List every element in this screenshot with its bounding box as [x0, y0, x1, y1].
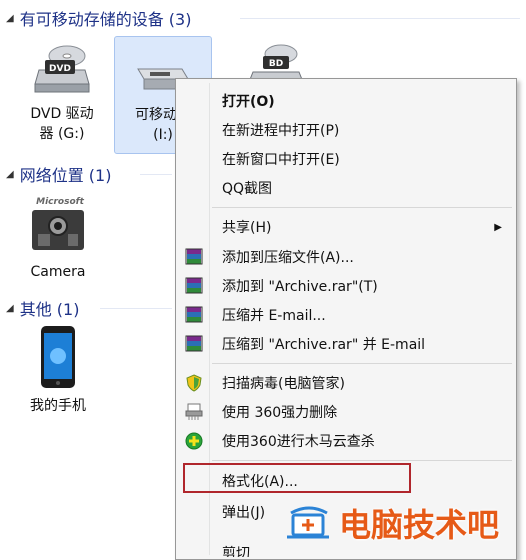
menu-item-scan-virus[interactable]: 扫描病毒(电脑管家) [176, 369, 516, 397]
group-header-removable[interactable]: ◢ 有可移动存储的设备 (3) [6, 6, 191, 30]
menu-item-qq-screenshot[interactable]: QQ截图 [176, 174, 516, 202]
group-title: 有可移动存储的设备 (3) [19, 10, 192, 29]
winrar-icon [185, 248, 203, 265]
watermark: 电脑技术吧 [285, 500, 499, 546]
collapse-arrow-icon[interactable]: ◢ [6, 169, 14, 180]
menu-item-add-to-archive-rar[interactable]: 添加到 "Archive.rar"(T) [176, 272, 516, 300]
dvd-drive-label-line1: DVD 驱动 [30, 106, 94, 122]
watermark-text: 电脑技术吧 [339, 506, 500, 544]
dvd-drive[interactable]: DVD DVD 驱动 器 (G:) [14, 36, 110, 154]
menu-separator [212, 363, 512, 364]
svg-text:BD: BD [269, 59, 283, 69]
menu-separator [212, 207, 512, 208]
menu-item-compress-rar-email[interactable]: 压缩到 "Archive.rar" 并 E-mail [176, 330, 516, 358]
group-divider [240, 18, 520, 19]
group-divider [140, 174, 172, 175]
winrar-icon [185, 306, 203, 323]
format-highlight-box [183, 463, 411, 493]
winrar-icon [185, 335, 203, 352]
menu-item-add-to-archive[interactable]: 添加到压缩文件(A)... [176, 243, 516, 271]
shredder-icon [185, 403, 203, 420]
winrar-icon [185, 277, 203, 294]
menu-item-360-trojan-scan[interactable]: 使用360进行木马云查杀 [176, 427, 516, 455]
shield-icon [186, 374, 202, 392]
phone-label: 我的手机 [30, 398, 86, 414]
group-header-other[interactable]: ◢ 其他 (1) [6, 296, 79, 320]
computer-logo-icon [287, 506, 329, 539]
menu-item-open[interactable]: 打开(O) [176, 87, 516, 115]
dvd-drive-icon: DVD [34, 45, 90, 93]
phone-icon [41, 326, 75, 388]
group-title: 网络位置 (1) [19, 166, 112, 185]
group-title: 其他 (1) [19, 300, 80, 319]
menu-item-force-delete[interactable]: 使用 360强力删除 [176, 398, 516, 426]
menu-item-share[interactable]: 共享(H) ▶ [176, 213, 516, 241]
camera-label: Camera [30, 264, 86, 280]
group-divider [100, 308, 172, 309]
webcam-icon: Microsoft [32, 197, 85, 250]
menu-item-open-new-window[interactable]: 在新窗口中打开(E) [176, 145, 516, 173]
collapse-arrow-icon[interactable]: ◢ [6, 303, 14, 314]
svg-text:DVD: DVD [49, 64, 71, 74]
submenu-arrow-icon: ▶ [494, 221, 502, 233]
svg-text:Microsoft: Microsoft [36, 197, 84, 207]
menu-separator [212, 460, 512, 461]
phone-device[interactable]: 我的手机 [12, 324, 104, 420]
group-header-network[interactable]: ◢ 网络位置 (1) [6, 162, 111, 186]
collapse-arrow-icon[interactable]: ◢ [6, 13, 14, 24]
360-plus-icon [185, 432, 203, 450]
menu-item-open-new-process[interactable]: 在新进程中打开(P) [176, 116, 516, 144]
camera-device[interactable]: Microsoft Camera [12, 194, 104, 286]
dvd-drive-label-line2: 器 (G:) [39, 126, 85, 142]
menu-item-compress-email[interactable]: 压缩并 E-mail... [176, 301, 516, 329]
